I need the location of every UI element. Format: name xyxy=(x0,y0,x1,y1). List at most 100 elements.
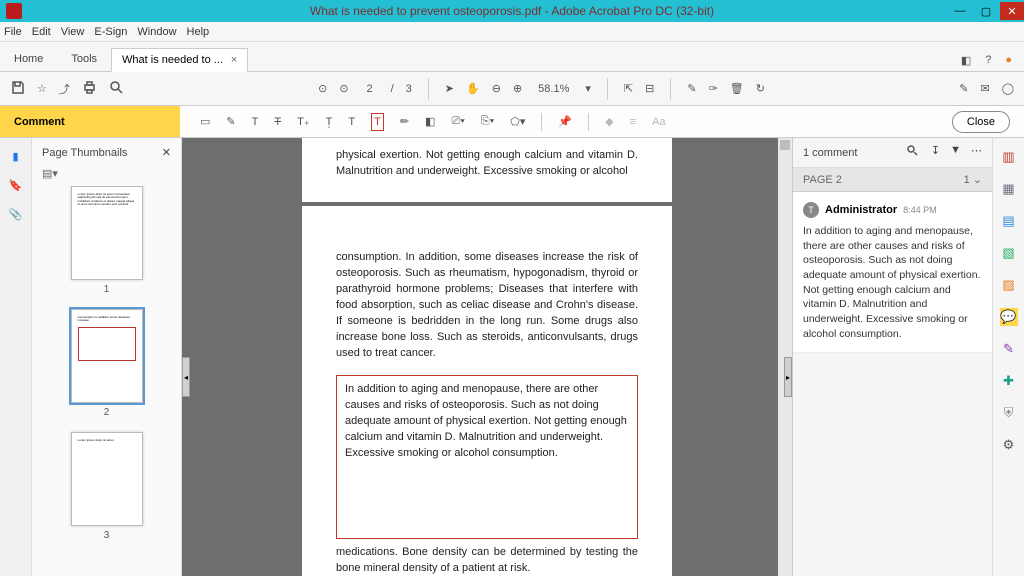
text-box-icon[interactable]: T xyxy=(371,113,384,131)
fit-width-icon[interactable]: ⇱ xyxy=(624,82,633,95)
text-box-annotation[interactable]: In addition to aging and menopause, ther… xyxy=(336,375,638,539)
underline-text-icon[interactable]: T xyxy=(252,116,259,128)
pointer-icon[interactable]: ➤ xyxy=(445,82,454,95)
attachment-rail-icon[interactable]: 📎 xyxy=(9,208,23,221)
sign-icon[interactable]: ✎ xyxy=(959,82,968,95)
right-rail: ▥ ▦ ▤ ▧ ▨ 💬 ✎ ✚ ⛨ ⚙ xyxy=(992,138,1024,576)
account-icon[interactable]: ● xyxy=(1005,54,1012,67)
tab-document[interactable]: What is needed to ... × xyxy=(111,48,248,72)
page-down-icon[interactable]: ⊙ xyxy=(339,82,348,95)
hand-icon[interactable]: ✋ xyxy=(466,82,480,95)
tabbar: Home Tools What is needed to ... × ◧ ? ● xyxy=(0,42,1024,72)
menu-help[interactable]: Help xyxy=(187,26,210,38)
left-rail: ▮ 🔖 📎 xyxy=(0,138,32,576)
save-icon[interactable] xyxy=(10,80,25,98)
pin-icon[interactable]: 📌 xyxy=(558,115,572,128)
text-comment-icon[interactable]: T xyxy=(348,116,355,128)
eraser-icon[interactable]: ◧ xyxy=(425,115,435,128)
document-area[interactable]: ◂ physical exertion. Not getting enough … xyxy=(182,138,792,576)
tool-comment-icon[interactable]: 💬 xyxy=(1000,308,1018,326)
comment-item[interactable]: T Administrator 8:44 PM In addition to a… xyxy=(793,192,992,353)
thumbnail-2[interactable]: consumption in addition some diseases in… xyxy=(71,309,143,403)
shapes-icon[interactable]: ⬠▾ xyxy=(510,115,525,128)
tool-create-icon[interactable]: ▥ xyxy=(1000,148,1018,166)
page-1-bottom: physical exertion. Not getting enough ca… xyxy=(302,138,672,206)
tool-organize-icon[interactable]: ▧ xyxy=(1000,244,1018,262)
comment-author: Administrator xyxy=(825,204,897,216)
thumbnails-options-icon[interactable]: ▤▾ xyxy=(42,168,58,180)
highlight-icon[interactable]: ✎ xyxy=(226,115,235,128)
tool-edit-icon[interactable]: ▤ xyxy=(1000,212,1018,230)
rotate-icon[interactable]: ↻ xyxy=(756,82,765,95)
tool-export-icon[interactable]: ▦ xyxy=(1000,180,1018,198)
thumbnails-close-icon[interactable]: ✕ xyxy=(162,146,171,159)
tool-scan-icon[interactable]: ✚ xyxy=(1000,372,1018,390)
edit-icon[interactable]: ✎ xyxy=(687,82,696,95)
menu-edit[interactable]: Edit xyxy=(32,26,51,38)
tool-protect-icon[interactable]: ⛨ xyxy=(1000,404,1018,422)
more-comments-icon[interactable]: ⋯ xyxy=(971,144,982,162)
filter-comments-icon[interactable]: ▼ xyxy=(950,144,961,162)
pencil-draw-icon[interactable]: ✏ xyxy=(400,115,409,128)
font-icon[interactable]: Aa xyxy=(652,116,665,128)
comments-page-row[interactable]: PAGE 2 1 ⌄ xyxy=(793,168,992,192)
page-2-para2: medications. Bone density can be determi… xyxy=(336,545,638,576)
replace-text-icon[interactable]: T₊ xyxy=(297,115,310,128)
menu-file[interactable]: File xyxy=(4,26,22,38)
tab-home[interactable]: Home xyxy=(0,47,57,71)
titlebar: What is needed to prevent osteoporosis.p… xyxy=(0,0,1024,22)
mail-icon[interactable]: ✉ xyxy=(980,82,989,95)
menu-view[interactable]: View xyxy=(61,26,85,38)
share-icon[interactable]: ⤴ xyxy=(59,81,70,97)
zoom-in-icon[interactable]: ⊕ xyxy=(513,82,522,95)
fit-page-icon[interactable]: ⊟ xyxy=(645,82,654,95)
strikethrough-icon[interactable]: T xyxy=(274,116,281,128)
line-icon[interactable]: ≡ xyxy=(630,116,636,128)
zoom-level[interactable]: 58.1% xyxy=(534,81,573,97)
sticky-note-icon[interactable]: ▭ xyxy=(200,115,210,128)
page-current-input[interactable]: 2 xyxy=(361,83,379,95)
attach-icon[interactable]: ⎘▾ xyxy=(481,115,494,128)
minimize-button[interactable]: — xyxy=(948,2,972,20)
tab-document-label: What is needed to ... xyxy=(122,54,223,66)
thumbnail-2-num: 2 xyxy=(104,407,110,418)
tab-tools[interactable]: Tools xyxy=(57,47,111,71)
comment-toolbar: Comment ▭ ✎ T T T₊ T̩ T T ✏ ◧ ⎚▾ ⎘▾ ⬠▾ 📌… xyxy=(0,106,1024,138)
star-icon[interactable]: ☆ xyxy=(37,82,47,95)
page-2-para1: consumption. In addition, some diseases … xyxy=(336,250,638,362)
insert-text-icon[interactable]: T̩ xyxy=(326,116,333,128)
app-icon xyxy=(6,3,22,19)
thumbnail-1-num: 1 xyxy=(104,284,110,295)
tool-more-icon[interactable]: ⚙ xyxy=(1000,436,1018,454)
left-panel-handle[interactable]: ◂ xyxy=(182,357,190,397)
tool-fill-sign-icon[interactable]: ▨ xyxy=(1000,276,1018,294)
bookmark-rail-icon[interactable]: 🔖 xyxy=(9,179,23,192)
comment-avatar-icon: T xyxy=(803,202,819,218)
color-icon[interactable]: ◆ xyxy=(605,115,613,128)
delete-icon[interactable]: 🗑 xyxy=(730,82,744,95)
notify-icon[interactable]: ◧ xyxy=(961,54,971,67)
maximize-button[interactable]: ▢ xyxy=(974,2,998,20)
stamp-tool-icon[interactable]: ⎚▾ xyxy=(451,115,464,128)
search-comments-icon[interactable] xyxy=(906,144,921,162)
sort-comments-icon[interactable]: ↧ xyxy=(931,144,940,162)
page-up-icon[interactable]: ⊙ xyxy=(318,82,327,95)
stamp-icon[interactable]: ✑ xyxy=(709,82,718,95)
search-icon[interactable] xyxy=(109,80,124,98)
thumbnails-panel: Page Thumbnails ✕ ▤▾ Lorem ipsum dolor s… xyxy=(32,138,182,576)
window-title: What is needed to prevent osteoporosis.p… xyxy=(310,4,714,18)
tool-sign-icon[interactable]: ✎ xyxy=(1000,340,1018,358)
thumbnail-1[interactable]: Lorem ipsum dolor sit amet consectetur a… xyxy=(71,186,143,280)
print-icon[interactable] xyxy=(82,80,97,98)
thumbnail-3[interactable]: Lorem ipsum dolor sit amet xyxy=(71,432,143,526)
profile-icon[interactable]: ◯ xyxy=(1002,82,1014,95)
zoom-out-icon[interactable]: ⊖ xyxy=(492,82,501,95)
tab-close-icon[interactable]: × xyxy=(231,54,237,66)
menu-esign[interactable]: E-Sign xyxy=(94,26,127,38)
help-icon[interactable]: ? xyxy=(985,54,991,67)
close-window-button[interactable]: ✕ xyxy=(1000,2,1024,20)
right-panel-handle[interactable]: ▸ xyxy=(784,357,792,397)
close-comment-button[interactable]: Close xyxy=(952,111,1010,133)
menu-window[interactable]: Window xyxy=(137,26,176,38)
thumbnails-rail-icon[interactable]: ▮ xyxy=(12,150,18,163)
